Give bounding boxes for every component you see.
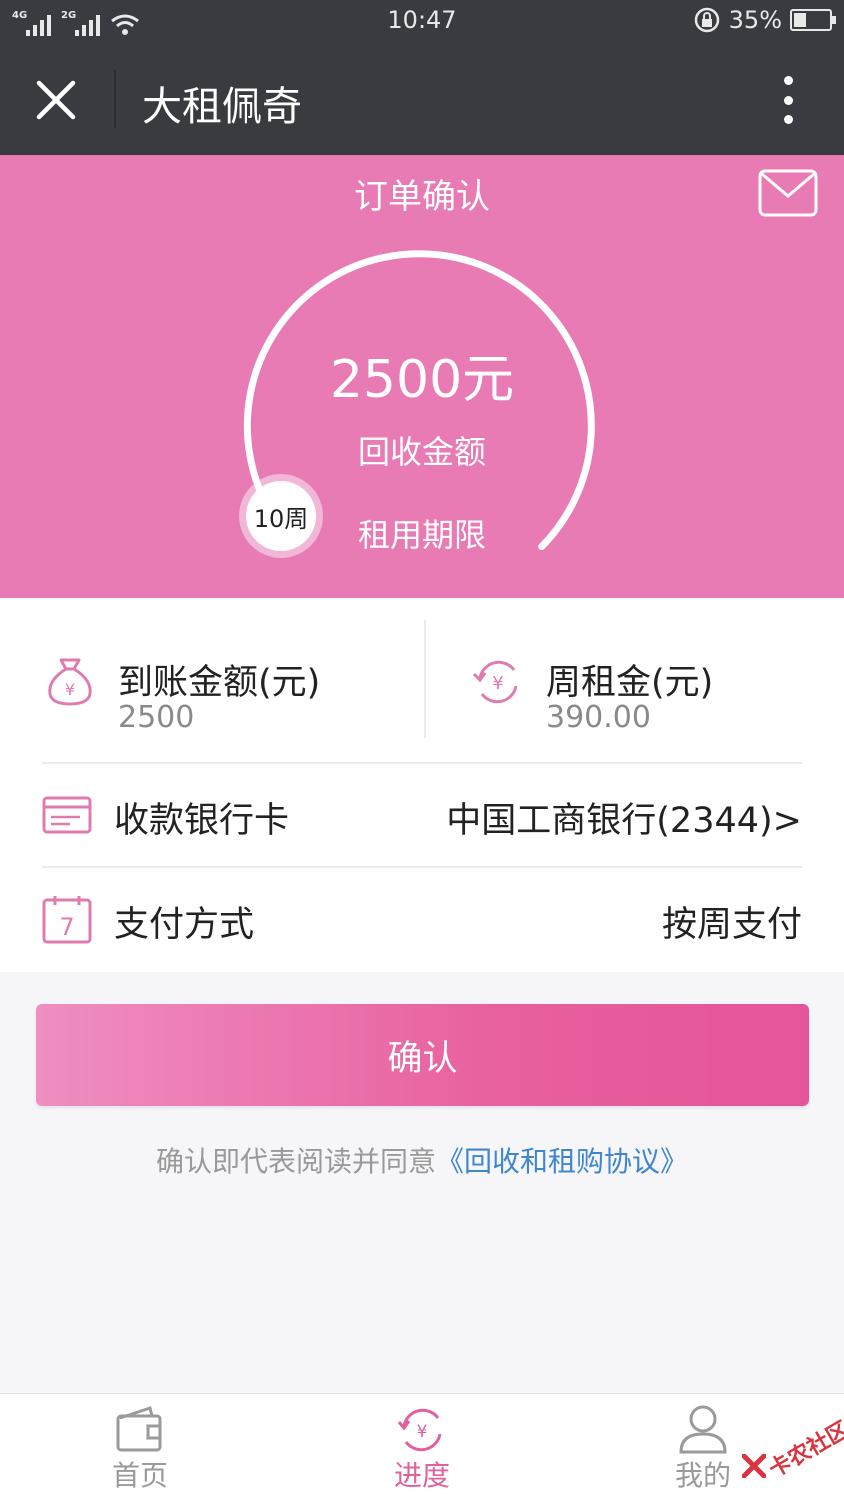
bank-card-icon xyxy=(42,796,92,834)
status-bar: 4G 2G 10:47 35% xyxy=(0,0,844,44)
svg-text:7: 7 xyxy=(59,913,74,941)
order-summary-hero: 订单确认 2500元 回收金额 租用期限 10周 xyxy=(0,155,844,598)
rental-term-label: 租用期限 xyxy=(357,516,486,554)
yuan-progress-icon: ¥ xyxy=(397,1408,442,1452)
status-right: 35% xyxy=(693,6,836,34)
agreement-text: 确认即代表阅读并同意 xyxy=(155,1145,436,1178)
more-vertical-icon xyxy=(783,76,793,85)
title-divider xyxy=(114,70,116,128)
recycle-amount-label: 回收金额 xyxy=(357,433,486,471)
tab-home-label: 首页 xyxy=(111,1459,168,1492)
order-details: ¥ 到账金额(元) 2500 ¥ 周租金(元) 390.00 收款银行卡 中国工… xyxy=(0,598,844,972)
bank-card-row[interactable]: 收款银行卡 中国工商银行(2344)> xyxy=(42,764,802,868)
watermark-text: 卡农社区 xyxy=(764,1417,844,1483)
title-bar: 大租佩奇 xyxy=(0,44,844,155)
yuan-refresh-icon: ¥ xyxy=(472,660,518,704)
payment-method-value: 按周支付 xyxy=(661,905,802,945)
tab-progress-label: 进度 xyxy=(393,1459,450,1492)
rotation-lock-icon xyxy=(694,7,719,33)
battery-icon xyxy=(790,9,836,31)
bank-card-label: 收款银行卡 xyxy=(114,801,290,841)
svg-text:¥: ¥ xyxy=(417,1422,428,1442)
tab-progress[interactable]: ¥ 进度 xyxy=(362,1404,482,1496)
received-amount-label: 到账金额(元) xyxy=(118,663,321,703)
payment-method-label: 支付方式 xyxy=(114,905,255,945)
wallet-icon xyxy=(116,1406,162,1452)
term-slider-knob[interactable]: 10周 xyxy=(246,481,316,551)
bank-card-value: 中国工商银行(2344)> xyxy=(446,801,802,841)
more-button[interactable] xyxy=(776,72,800,128)
agreement-link[interactable]: 《回收和租购协议》 xyxy=(436,1145,688,1178)
received-amount-value: 2500 xyxy=(118,700,195,735)
calendar-icon: 7 xyxy=(42,896,92,944)
app-title: 大租佩奇 xyxy=(142,84,302,130)
close-button[interactable] xyxy=(22,66,90,134)
tab-home[interactable]: 首页 xyxy=(80,1404,200,1496)
svg-text:¥: ¥ xyxy=(65,680,75,699)
recycle-amount: 2500元 xyxy=(329,350,515,410)
confirm-button[interactable]: 确认 xyxy=(36,1004,809,1106)
column-divider xyxy=(424,620,426,738)
weekly-rent-label: 周租金(元) xyxy=(546,663,714,703)
weekly-rent: ¥ 周租金(元) 390.00 xyxy=(470,646,810,746)
bottom-tab-bar: 首页 ¥ 进度 我的 xyxy=(0,1393,844,1500)
received-amount: ¥ 到账金额(元) 2500 xyxy=(42,646,412,746)
battery-percent: 35% xyxy=(728,6,782,34)
agreement-notice: 确认即代表阅读并同意《回收和租购协议》 xyxy=(0,1140,844,1180)
payment-method-row[interactable]: 7 支付方式 按周支付 xyxy=(42,868,802,972)
close-icon xyxy=(36,80,76,120)
weekly-rent-value: 390.00 xyxy=(546,700,651,735)
watermark-logo: 卡农社区 xyxy=(738,1410,844,1488)
money-bag-icon: ¥ xyxy=(48,658,92,706)
svg-text:¥: ¥ xyxy=(492,673,503,694)
user-icon xyxy=(679,1405,727,1454)
